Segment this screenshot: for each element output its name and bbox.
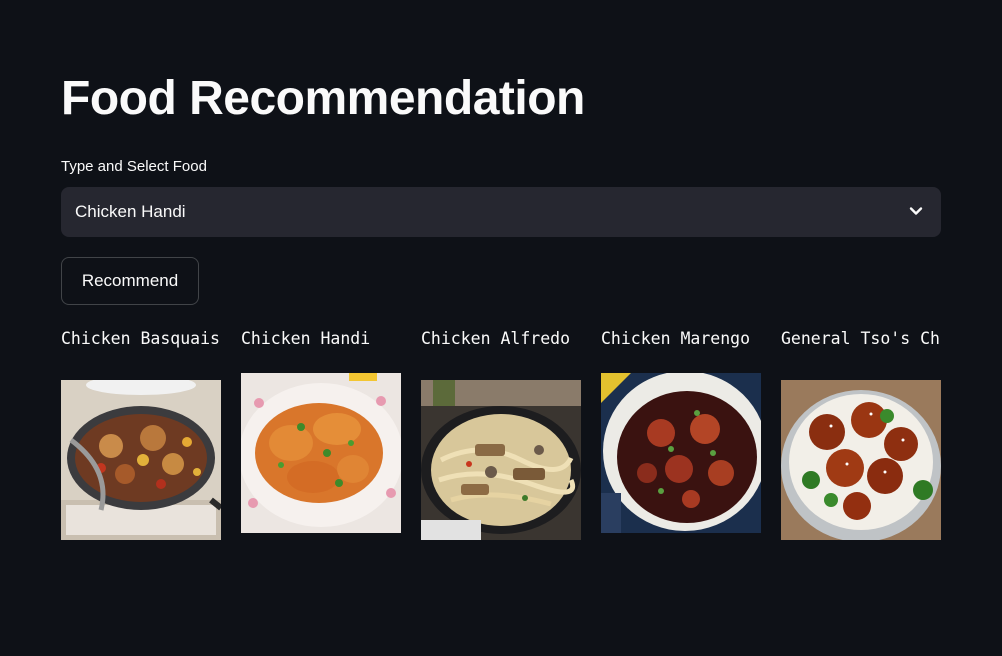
recommendation-title: Chicken Marengo (601, 329, 751, 348)
food-select-value: Chicken Handi (75, 202, 186, 221)
recommendation-columns: Chicken Basquaise Chicken Handi Chicken … (61, 326, 941, 556)
recommendation-title: Chicken Basquaise (61, 329, 221, 348)
chicken-basquaise-photo (61, 380, 221, 540)
food-select[interactable]: Chicken Handi (61, 187, 941, 237)
recommendation-title: Chicken Handi (241, 329, 371, 348)
recommend-button[interactable]: Recommend (61, 257, 199, 305)
recommendation-card: Chicken Basquaise (61, 326, 221, 556)
general-tsos-chicken-photo (781, 380, 941, 540)
chicken-alfredo-photo (421, 380, 581, 540)
chicken-marengo-photo (601, 373, 761, 533)
recommendation-card: General Tso's Chicken (781, 326, 941, 556)
recommendation-title: General Tso's Chicken (781, 329, 941, 348)
page-title: Food Recommendation (61, 72, 585, 125)
recommendation-card: Chicken Alfredo (421, 326, 581, 556)
recommendation-card: Chicken Marengo (601, 326, 761, 556)
chicken-handi-photo (241, 373, 401, 533)
recommendation-title: Chicken Alfredo (421, 329, 571, 348)
select-label: Type and Select Food (61, 158, 207, 175)
chevron-down-icon (909, 207, 923, 215)
recommendation-card: Chicken Handi (241, 326, 401, 556)
